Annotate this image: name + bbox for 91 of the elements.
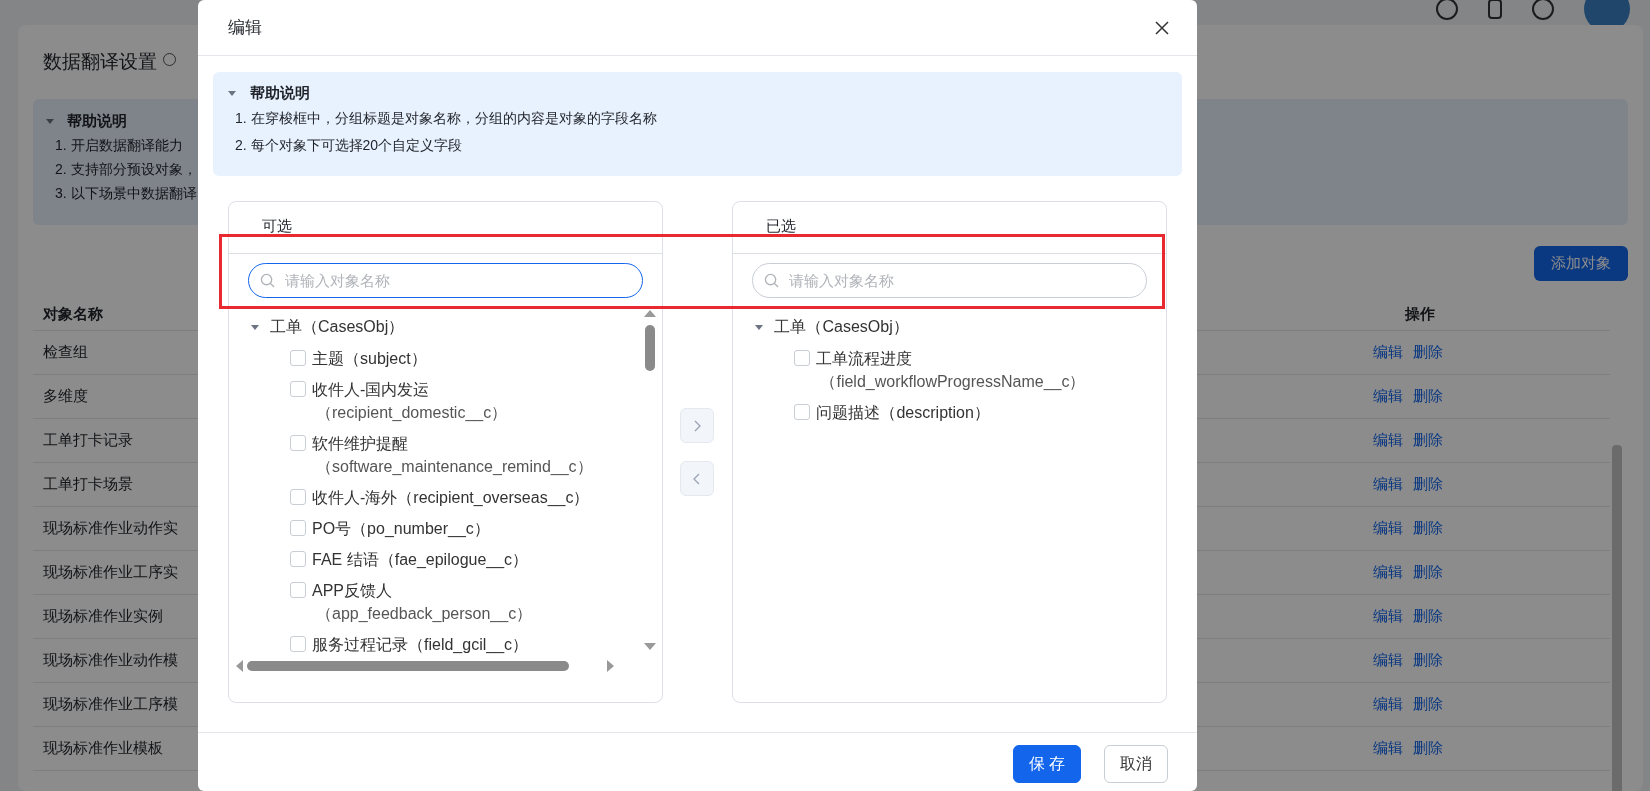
action-link[interactable]: 编辑 <box>1373 385 1403 408</box>
action-link[interactable]: 删除 <box>1413 737 1443 760</box>
field-label: 服务过程记录（field_gcil__c） <box>312 635 529 656</box>
column-header: 操作 <box>1405 304 1435 325</box>
action-link[interactable]: 删除 <box>1413 385 1443 408</box>
page-title: 数据翻译设置 <box>42 49 157 74</box>
table-cell-text: 现场标准作业实例 <box>43 606 163 627</box>
field-label: 问题描述（description） <box>816 403 990 423</box>
checkbox[interactable] <box>290 350 306 366</box>
panel-title: 已选 <box>766 215 797 236</box>
dialog-title: 编辑 <box>228 16 262 39</box>
table-cell-text: 现场标准作业动作模 <box>43 650 178 671</box>
document-icon[interactable] <box>1488 0 1502 19</box>
action-link[interactable]: 编辑 <box>1373 649 1403 672</box>
scrollbar-thumb[interactable] <box>1612 445 1622 791</box>
search-field[interactable]: 请输入对象名称 <box>248 263 643 298</box>
scrollbar-thumb[interactable] <box>247 661 569 671</box>
checkbox[interactable] <box>290 636 306 652</box>
action-link[interactable]: 删除 <box>1413 693 1443 716</box>
table-cell-text: 多维度 <box>43 386 88 407</box>
help-text: 1. 在穿梭框中，分组标题是对象名称，分组的内容是对象的字段名称 <box>234 109 657 128</box>
help-text: 1. 开启数据翻译能力 <box>54 136 183 155</box>
add-object-button[interactable]: 添加对象 <box>1534 246 1628 281</box>
tree-group-label[interactable]: 工单（CasesObj） <box>270 315 405 339</box>
action-link[interactable]: 删除 <box>1413 517 1443 540</box>
caret-icon[interactable] <box>250 322 260 332</box>
column-header: 对象名称 <box>43 304 103 325</box>
field-label: （recipient_domestic__c） <box>315 403 508 424</box>
checkbox[interactable] <box>290 582 306 598</box>
scroll-up-icon[interactable] <box>643 309 656 317</box>
field-label: FAE 结语（fae_epilogue__c） <box>312 550 529 571</box>
help-icon[interactable] <box>1532 0 1554 20</box>
field-label: APP反馈人 <box>312 581 393 601</box>
action-link[interactable]: 删除 <box>1413 473 1443 496</box>
scroll-right-icon[interactable] <box>607 660 615 672</box>
help-title: 帮助说明 <box>67 110 127 131</box>
action-link[interactable]: 编辑 <box>1373 429 1403 452</box>
chevron-left-icon <box>693 472 702 485</box>
field-label: 软件维护提醒 <box>312 434 409 454</box>
action-link[interactable]: 编辑 <box>1373 517 1403 540</box>
table-cell-text: 现场标准作业工序实 <box>43 562 178 583</box>
table-cell-text: 现场标准作业工序模 <box>43 694 178 715</box>
chevron-right-icon <box>693 419 702 432</box>
checkbox[interactable] <box>290 381 306 397</box>
help-text: 2. 支持部分预设对象， <box>54 160 197 179</box>
field-label: 工单流程进度 <box>816 349 914 369</box>
table-cell-text: 现场标准作业动作实 <box>43 518 178 539</box>
tree-group-label[interactable]: 工单（CasesObj） <box>774 315 909 339</box>
action-link[interactable]: 编辑 <box>1373 605 1403 628</box>
action-link[interactable]: 编辑 <box>1373 341 1403 364</box>
checkbox[interactable] <box>290 435 306 451</box>
field-label: （app_feedback_person__c） <box>315 604 533 625</box>
scroll-left-icon[interactable] <box>235 660 243 672</box>
field-label: PO号（po_number__c） <box>312 519 490 539</box>
action-link[interactable]: 编辑 <box>1373 473 1403 496</box>
caret-icon[interactable] <box>754 322 765 332</box>
action-link[interactable]: 删除 <box>1413 429 1443 452</box>
action-link[interactable]: 编辑 <box>1373 561 1403 584</box>
help-title: 帮助说明 <box>250 82 310 103</box>
caret-icon[interactable] <box>45 116 55 126</box>
search-icon <box>764 273 780 288</box>
search-icon <box>260 273 275 288</box>
table-cell-text: 工单打卡记录 <box>43 430 133 451</box>
action-link[interactable]: 编辑 <box>1373 737 1403 760</box>
cancel-button[interactable]: 取消 <box>1104 745 1168 783</box>
checkbox[interactable] <box>794 404 811 420</box>
action-link[interactable]: 删除 <box>1413 561 1443 584</box>
checkbox[interactable] <box>290 551 306 567</box>
save-button[interactable]: 保 存 <box>1012 745 1081 783</box>
table-cell-text: 检查组 <box>43 342 88 363</box>
help-text: 2. 每个对象下可选择20个自定义字段 <box>234 136 463 155</box>
table-cell-text: 工单打卡场景 <box>43 474 133 495</box>
scroll-down-icon[interactable] <box>643 643 656 651</box>
field-label: （software_maintenance_remind__c） <box>315 457 593 478</box>
field-label: 主题（subject） <box>312 349 427 369</box>
action-link[interactable]: 删除 <box>1413 341 1443 364</box>
action-link[interactable]: 编辑 <box>1373 693 1403 716</box>
panel-title: 可选 <box>262 215 292 236</box>
checkbox[interactable] <box>794 350 811 366</box>
action-link[interactable]: 删除 <box>1413 605 1443 628</box>
checkbox[interactable] <box>290 520 306 536</box>
table-cell-text: 现场标准作业模板 <box>43 738 163 759</box>
close-icon[interactable] <box>1154 19 1170 36</box>
field-label: 收件人-国内发运 <box>312 380 431 400</box>
field-label: （field_workflowProgressName__c） <box>819 372 1086 393</box>
field-label: 收件人-海外（recipient_overseas__c） <box>312 488 590 509</box>
scrollbar-thumb[interactable] <box>644 325 655 371</box>
help-text: 3. 以下场景中数据翻译 <box>54 184 197 203</box>
chat-icon[interactable] <box>1436 0 1458 20</box>
action-link[interactable]: 删除 <box>1413 649 1443 672</box>
checkbox[interactable] <box>290 489 306 505</box>
